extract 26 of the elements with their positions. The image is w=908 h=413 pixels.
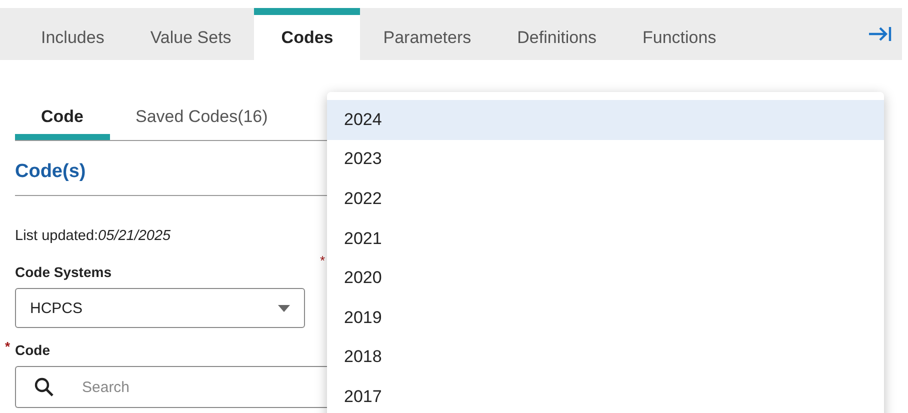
- tab[interactable]: Parameters: [360, 8, 494, 60]
- tab[interactable]: Functions: [620, 8, 740, 60]
- year-option[interactable]: 2022: [327, 179, 884, 219]
- field-label: Code: [15, 342, 50, 358]
- year-option[interactable]: 2018: [327, 338, 884, 378]
- required-mark: *: [5, 339, 10, 354]
- tab[interactable]: Definitions: [494, 8, 620, 60]
- code-system-select[interactable]: HCPCS: [15, 288, 305, 328]
- tab[interactable]: Value Sets: [127, 8, 254, 60]
- search-icon: [34, 377, 54, 397]
- tab[interactable]: Codes: [254, 8, 360, 60]
- required-mark: *: [320, 253, 326, 268]
- year-option[interactable]: 2017: [327, 377, 884, 413]
- field-label: Code Systems: [15, 264, 112, 280]
- year-option[interactable]: 2023: [327, 140, 884, 180]
- collapse-icon[interactable]: [868, 25, 892, 43]
- year-option[interactable]: 2020: [327, 258, 884, 298]
- caret-icon: [278, 304, 290, 312]
- year-option[interactable]: 2019: [327, 298, 884, 338]
- sub-tab[interactable]: Saved Codes(16): [110, 93, 294, 140]
- year-option[interactable]: 2024: [327, 100, 884, 140]
- year-option[interactable]: 2021: [327, 218, 884, 258]
- tab[interactable]: Includes: [18, 8, 128, 60]
- code-search-field[interactable]: Search: [15, 366, 327, 408]
- sub-tab[interactable]: Code: [15, 93, 110, 140]
- list-updated-text: List updated:05/21/2025: [15, 228, 172, 244]
